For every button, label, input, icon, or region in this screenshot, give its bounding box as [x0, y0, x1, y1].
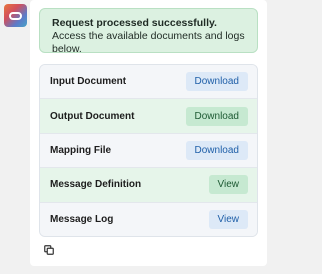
assistant-avatar	[4, 4, 27, 27]
row-label: Mapping File	[50, 144, 112, 156]
view-message-log-button[interactable]: View	[208, 210, 248, 230]
row-message-log: Message Log View	[40, 202, 257, 236]
success-subtitle: Access the available documents and logs …	[52, 30, 245, 55]
message-card: Request processed successfully. Access t…	[30, 0, 267, 266]
row-input-document: Input Document Download	[40, 65, 257, 100]
view-message-definition-button[interactable]: View	[208, 175, 248, 195]
row-label: Output Document	[50, 110, 135, 122]
row-label: Message Definition	[50, 179, 142, 191]
row-label: Input Document	[50, 76, 127, 88]
documents-list: Input Document Download Output Document …	[39, 64, 258, 237]
oracle-ring-icon	[9, 11, 22, 20]
success-banner: Request processed successfully. Access t…	[39, 8, 258, 55]
row-message-definition: Message Definition View	[40, 168, 257, 203]
download-output-document-button[interactable]: Download	[185, 106, 248, 126]
download-mapping-file-button[interactable]: Download	[185, 140, 248, 160]
row-output-document: Output Document Download	[40, 99, 257, 134]
success-title: Request processed successfully.	[52, 17, 217, 29]
row-mapping-file: Mapping File Download	[40, 133, 257, 169]
copy-icon[interactable]	[44, 245, 54, 255]
row-label: Message Log	[50, 214, 114, 226]
download-input-document-button[interactable]: Download	[185, 72, 248, 92]
